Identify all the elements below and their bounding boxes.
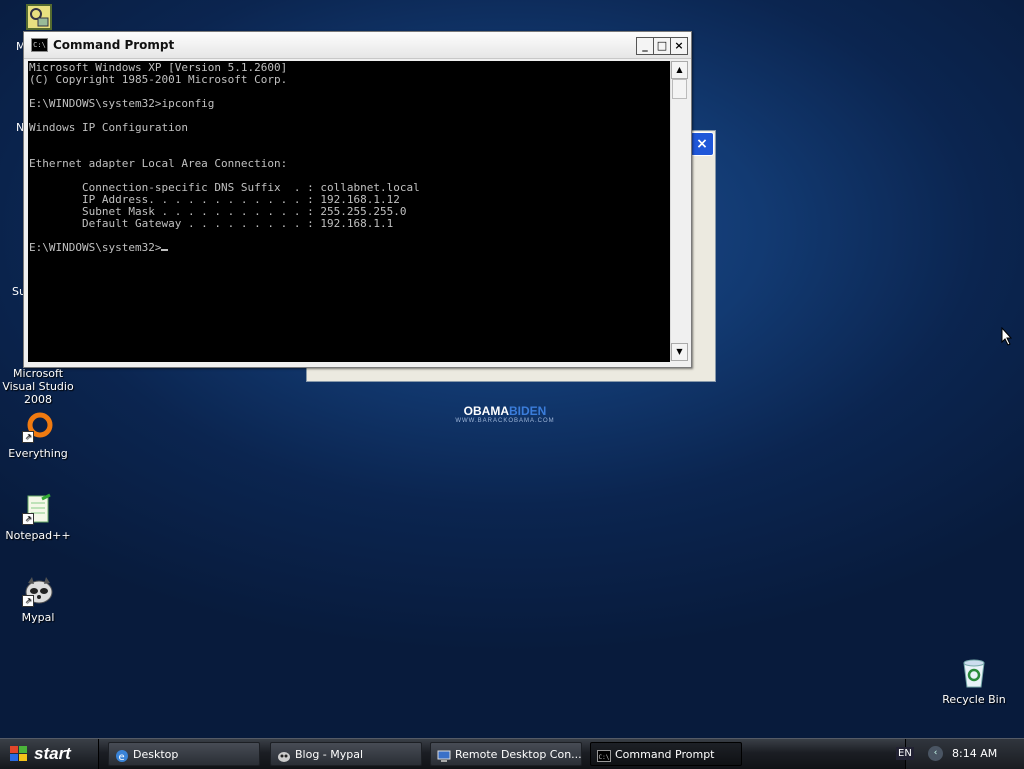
svg-text:C:\: C:\	[599, 754, 610, 761]
window-title: Command Prompt	[53, 38, 175, 52]
notepad-plus-plus-icon: ↗	[22, 493, 54, 525]
background-window-close-button[interactable]: ×	[690, 132, 714, 156]
shortcut-arrow-icon: ↗	[22, 431, 34, 443]
taskbar-item-command-prompt[interactable]: C:\ Command Prompt	[590, 742, 742, 766]
taskbar: start e Desktop Blog - Mypal Remote Desk…	[0, 738, 1024, 769]
tray-expand-icon[interactable]: ‹	[928, 746, 943, 761]
clock[interactable]: 8:14 AM	[952, 747, 997, 760]
logo-url: WWW.BARACKOBAMA.COM	[455, 418, 555, 424]
language-indicator[interactable]: EN	[896, 747, 914, 760]
command-prompt-window[interactable]: C:\ Command Prompt _ □ × Microsoft Windo…	[23, 31, 692, 368]
text-cursor	[161, 249, 169, 251]
desktop-icon-label: Mypal	[21, 611, 55, 624]
desktop-icon-recycle-bin[interactable]: Recycle Bin	[936, 657, 1012, 706]
logo-text-a: OBAMA	[463, 404, 509, 418]
mypal-icon	[277, 748, 291, 762]
wallpaper-logo: OBAMABIDEN WWW.BARACKOBAMA.COM	[450, 404, 560, 424]
console-line: E:\WINDOWS\system32>	[29, 242, 670, 254]
desktop-icon-mypal[interactable]: ↗ Mypal	[0, 575, 76, 624]
cmd-icon: C:\	[597, 748, 611, 762]
scroll-thumb[interactable]	[672, 79, 687, 99]
scroll-down-arrow-icon[interactable]: ▼	[671, 343, 688, 361]
desktop-icon-top[interactable]	[1, 4, 77, 34]
console-line: (C) Copyright 1985-2001 Microsoft Corp.	[29, 73, 288, 86]
mouse-pointer-icon	[1001, 327, 1013, 346]
desktop-icon-notepad-plus-plus[interactable]: ↗ Notepad++	[0, 493, 76, 542]
console-line: Ethernet adapter Local Area Connection:	[29, 157, 288, 170]
console-output[interactable]: Microsoft Windows XP [Version 5.1.2600](…	[28, 61, 670, 362]
mypal-raccoon-icon: ↗	[22, 575, 54, 607]
shortcut-arrow-icon: ↗	[22, 595, 34, 607]
settings-app-icon	[26, 4, 52, 30]
taskbar-item-blog-mypal[interactable]: Blog - Mypal	[270, 742, 422, 766]
remote-desktop-icon	[437, 748, 451, 762]
console-line: E:\WINDOWS\system32>ipconfig	[29, 97, 215, 110]
close-button[interactable]: ×	[670, 37, 688, 55]
desktop-icon-label: Recycle Bin	[942, 693, 1006, 706]
taskbar-item-label: Remote Desktop Con...	[455, 748, 582, 761]
recycle-bin-icon	[958, 657, 990, 689]
vertical-scrollbar[interactable]: ▲ ▼	[670, 61, 688, 361]
taskbar-item-desktop[interactable]: e Desktop	[108, 742, 260, 766]
everything-icon: ↗	[22, 411, 54, 443]
minimize-button[interactable]: _	[636, 37, 654, 55]
taskbar-item-label: Command Prompt	[615, 748, 715, 761]
cmd-app-icon: C:\	[31, 38, 48, 52]
start-button[interactable]: start	[0, 739, 99, 769]
desktop-icon-label: Notepad++	[5, 529, 71, 542]
console-line: Default Gateway . . . . . . . . . : 192.…	[29, 217, 394, 230]
desktop-icon-everything[interactable]: ↗ Everything	[0, 411, 76, 460]
maximize-button[interactable]: □	[653, 37, 671, 55]
shortcut-arrow-icon: ↗	[22, 513, 34, 525]
title-bar[interactable]: C:\ Command Prompt _ □ ×	[24, 32, 691, 59]
console-line: Windows IP Configuration	[29, 121, 188, 134]
desktop-icon-label: Microsoft Visual Studio 2008	[2, 367, 74, 406]
desktop-icon-visual-studio[interactable]: Microsoft Visual Studio 2008	[0, 367, 76, 406]
windows-flag-icon	[10, 746, 28, 762]
taskbar-item-label: Blog - Mypal	[295, 748, 364, 761]
desktop-icon-label: Everything	[8, 447, 68, 460]
taskbar-item-remote-desktop[interactable]: Remote Desktop Con...	[430, 742, 582, 766]
system-tray: EN ‹ 8:14 AM	[896, 739, 1024, 769]
logo-text-b: BIDEN	[508, 404, 547, 418]
taskbar-item-label: Desktop	[133, 748, 179, 761]
ie-icon: e	[115, 748, 129, 763]
svg-text:e: e	[119, 752, 125, 763]
start-label: start	[34, 744, 71, 763]
scroll-up-arrow-icon[interactable]: ▲	[671, 61, 688, 79]
